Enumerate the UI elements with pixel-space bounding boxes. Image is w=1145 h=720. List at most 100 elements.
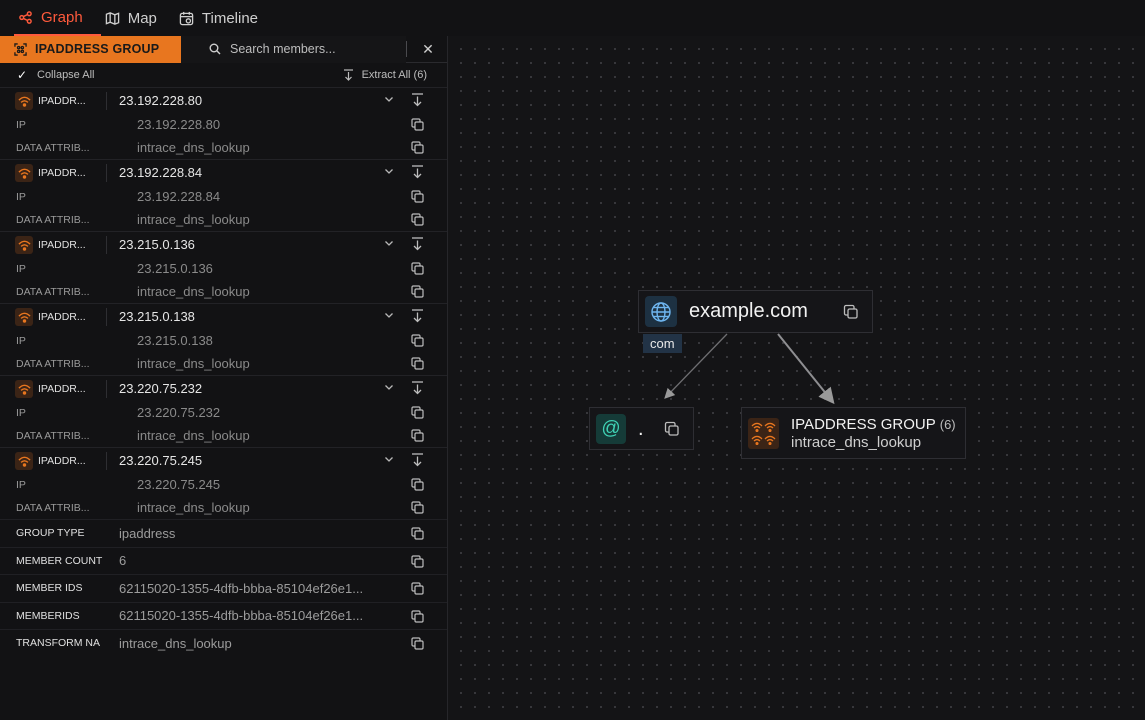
copy-icon[interactable] [411,609,424,628]
graph-canvas[interactable] [448,36,1145,720]
email-node[interactable]: @ . [589,407,694,450]
member-divider [106,164,107,182]
member-row[interactable]: IPADDR... 23.220.75.232 [0,375,447,401]
group-node-title: IPADDRESS GROUP [791,415,936,433]
copy-icon[interactable] [411,262,424,280]
property-value: 62115020-1355-4dfb-bbba-85104ef26e1... [119,580,364,596]
property-value: ipaddress [119,525,176,541]
copy-icon[interactable] [411,406,424,424]
copy-icon[interactable] [411,501,424,519]
member-row[interactable]: IPADDR... 23.215.0.136 [0,231,447,257]
member-value: 23.192.228.80 [119,93,203,108]
property-row: MEMBER IDS 62115020-1355-4dfb-bbba-85104e… [0,574,447,602]
copy-icon[interactable] [411,190,424,208]
extract-icon[interactable] [410,236,425,256]
member-type: IPADDR... [38,94,86,107]
tab-graph[interactable]: Graph [14,0,101,36]
property-value: 62115020-1355-4dfb-bbba-85104ef26e1... [119,608,364,624]
chevron-down-icon[interactable] [384,454,394,467]
property-value: 6 [119,553,127,569]
copy-icon[interactable] [843,304,859,325]
sidebar-controls: ✓ Collapse All Extract All (6) [0,63,447,87]
domain-node[interactable]: example.com [638,290,873,333]
member-type: IPADDR... [38,454,86,467]
search-icon [209,43,221,55]
member-row[interactable]: IPADDR... 23.215.0.138 [0,303,447,329]
tab-map[interactable]: Map [101,0,175,36]
copy-icon[interactable] [411,141,424,159]
extract-icon[interactable] [410,380,425,400]
group-badge-label: IPADDRESS GROUP [35,42,160,56]
attribute-value: 23.192.228.80 [137,117,221,132]
member-divider [106,308,107,326]
copy-icon[interactable] [411,478,424,496]
attribute-key: IP [16,262,26,275]
member-row[interactable]: IPADDR... 23.192.228.84 [0,159,447,185]
group-node-count: (6) [939,416,956,432]
chevron-down-icon[interactable] [384,166,394,179]
tab-timeline[interactable]: Timeline [175,0,276,36]
copy-icon[interactable] [411,582,424,600]
copy-icon[interactable] [411,285,424,303]
copy-icon[interactable] [411,334,424,352]
extract-icon[interactable] [410,92,425,112]
tab-timeline-label: Timeline [201,9,259,27]
member-attribute-row: DATA ATTRIB... intrace_dns_lookup [0,208,447,231]
member-divider [106,452,107,470]
member-value: 23.192.228.84 [119,165,203,180]
member-attribute-row: DATA ATTRIB... intrace_dns_lookup [0,496,447,519]
checkbox-checked-icon[interactable]: ✓ [16,68,28,82]
ipaddress-group-node[interactable]: IPADDRESS GROUP (6) intrace_dns_lookup [741,407,966,459]
member-attribute-row: DATA ATTRIB... intrace_dns_lookup [0,136,447,159]
attribute-value: intrace_dns_lookup [137,284,250,299]
search-input[interactable] [230,42,400,56]
attribute-key: DATA ATTRIB... [16,429,90,442]
member-divider [106,92,107,110]
member-type: IPADDR... [38,382,86,395]
copy-icon[interactable] [411,554,424,573]
group-sidebar: IPADDRESS GROUP ✕ ✓ Collapse All Extract… [0,35,448,720]
chevron-down-icon[interactable] [384,382,394,395]
copy-icon[interactable] [411,429,424,447]
wifi-icon [15,236,33,254]
copy-icon[interactable] [411,118,424,136]
chevron-down-icon[interactable] [384,310,394,323]
header-divider [406,41,407,57]
attribute-key: DATA ATTRIB... [16,501,90,514]
copy-icon[interactable] [411,213,424,231]
close-icon[interactable]: ✕ [419,41,437,58]
copy-icon[interactable] [664,421,680,442]
copy-icon[interactable] [411,357,424,375]
member-row[interactable]: IPADDR... 23.220.75.245 [0,447,447,473]
member-attribute-row: IP 23.220.75.232 [0,401,447,424]
group-properties: GROUP TYPE ipaddress MEMBER COUNT 6 MEMBER I… [0,519,447,657]
extract-icon[interactable] [410,452,425,472]
attribute-key: DATA ATTRIB... [16,213,90,226]
member-divider [106,380,107,398]
wifi-icon [15,308,33,326]
copy-icon[interactable] [411,527,424,545]
member-type: IPADDR... [38,310,86,323]
extract-icon[interactable] [410,308,425,328]
wifi-icon [15,92,33,110]
chevron-down-icon[interactable] [384,94,394,107]
member-attribute-row: IP 23.192.228.80 [0,113,447,136]
tab-map-label: Map [127,9,157,27]
chevron-down-icon[interactable] [384,238,394,251]
extract-icon[interactable] [410,164,425,184]
attribute-value: intrace_dns_lookup [137,140,250,155]
attribute-value: intrace_dns_lookup [137,212,250,227]
member-row[interactable]: IPADDR... 23.192.228.80 [0,87,447,113]
tld-badge: com [643,334,682,353]
extract-all-button[interactable]: Extract All (6) [343,69,427,81]
collapse-all-toggle[interactable]: ✓ Collapse All [16,68,95,82]
attribute-key: IP [16,118,26,131]
attribute-key: IP [16,406,26,419]
email-node-label: . [638,417,644,440]
attribute-value: 23.192.228.84 [137,189,221,204]
member-attribute-row: IP 23.220.75.245 [0,473,447,496]
top-nav: Graph Map Timeline [0,0,1145,36]
copy-icon[interactable] [411,637,424,655]
search-box [181,35,406,63]
member-value: 23.215.0.136 [119,237,195,252]
